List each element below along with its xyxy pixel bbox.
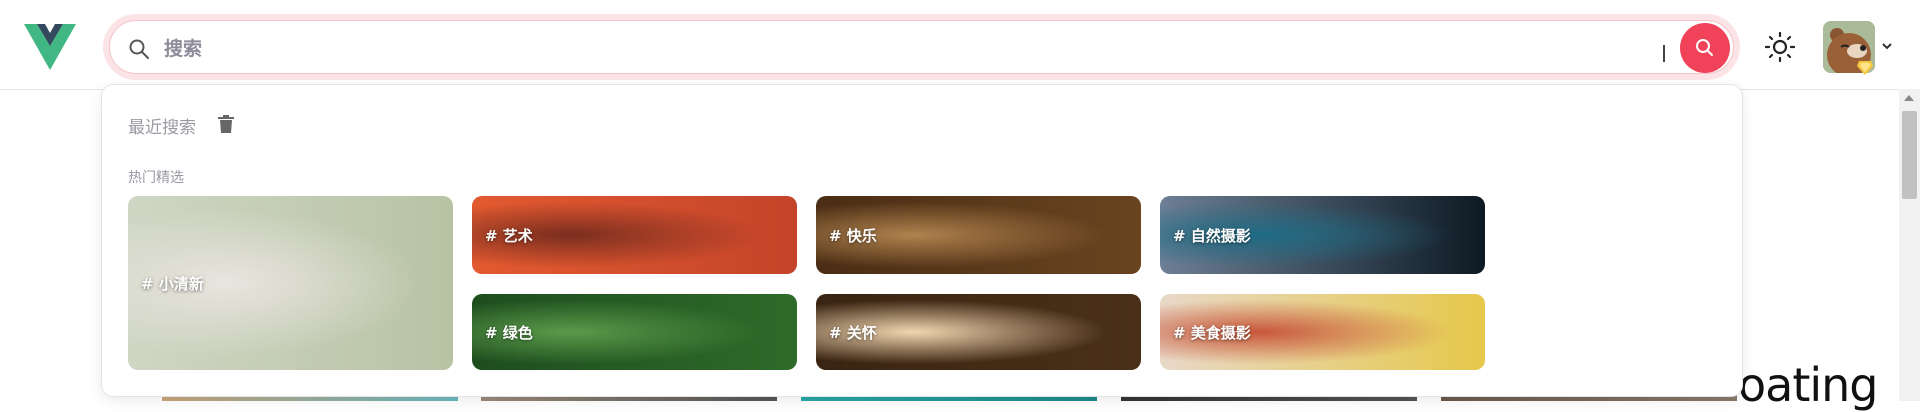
hot-tag-label: # 美食摄影 — [1173, 324, 1251, 342]
sun-icon[interactable] — [1764, 31, 1796, 63]
hot-tag-label: # 绿色 — [485, 324, 533, 342]
vue-logo[interactable] — [24, 24, 76, 70]
search-input[interactable] — [162, 31, 1646, 67]
scroll-up-arrow-icon[interactable] — [1904, 95, 1914, 101]
hot-tag-label: # 关怀 — [829, 324, 877, 342]
hot-tag-card[interactable]: # 绿色 — [472, 294, 797, 370]
search-icon — [1696, 39, 1713, 56]
hot-tag-label: # 自然摄影 — [1173, 227, 1251, 245]
search-bar — [103, 14, 1740, 80]
search-box[interactable] — [109, 20, 1734, 74]
hot-tag-card[interactable]: # 小清新 — [128, 196, 453, 370]
scrollbar[interactable] — [1899, 89, 1920, 401]
search-dropdown: 最近搜索 热门精选 # 小清新 # 艺术 # 快乐 # 自然摄影 # 绿色 # 关怀 # 美… — [101, 84, 1743, 397]
hot-tag-card[interactable]: # 快乐 — [816, 196, 1141, 274]
top-header — [0, 0, 1920, 90]
hot-tag-card[interactable]: # 关怀 — [816, 294, 1141, 370]
hot-tag-label: # 快乐 — [829, 227, 877, 245]
search-button[interactable] — [1680, 23, 1730, 73]
scroll-thumb[interactable] — [1902, 111, 1917, 199]
text-cursor — [1663, 45, 1665, 62]
recent-search-title: 最近搜索 — [128, 118, 196, 138]
hot-tag-label: # 小清新 — [141, 275, 204, 293]
hot-tag-card[interactable]: # 艺术 — [472, 196, 797, 274]
vip-badge-icon — [1857, 61, 1873, 75]
chevron-down-icon[interactable] — [1880, 39, 1894, 53]
hot-picks-title: 热门精选 — [128, 170, 184, 186]
trash-icon[interactable] — [218, 115, 234, 133]
hot-tag-label: # 艺术 — [485, 227, 533, 245]
hot-tag-card[interactable]: # 自然摄影 — [1160, 196, 1485, 274]
search-icon — [129, 39, 149, 59]
hot-tag-card[interactable]: # 美食摄影 — [1160, 294, 1485, 370]
background-partial-text: oating — [1738, 358, 1879, 412]
